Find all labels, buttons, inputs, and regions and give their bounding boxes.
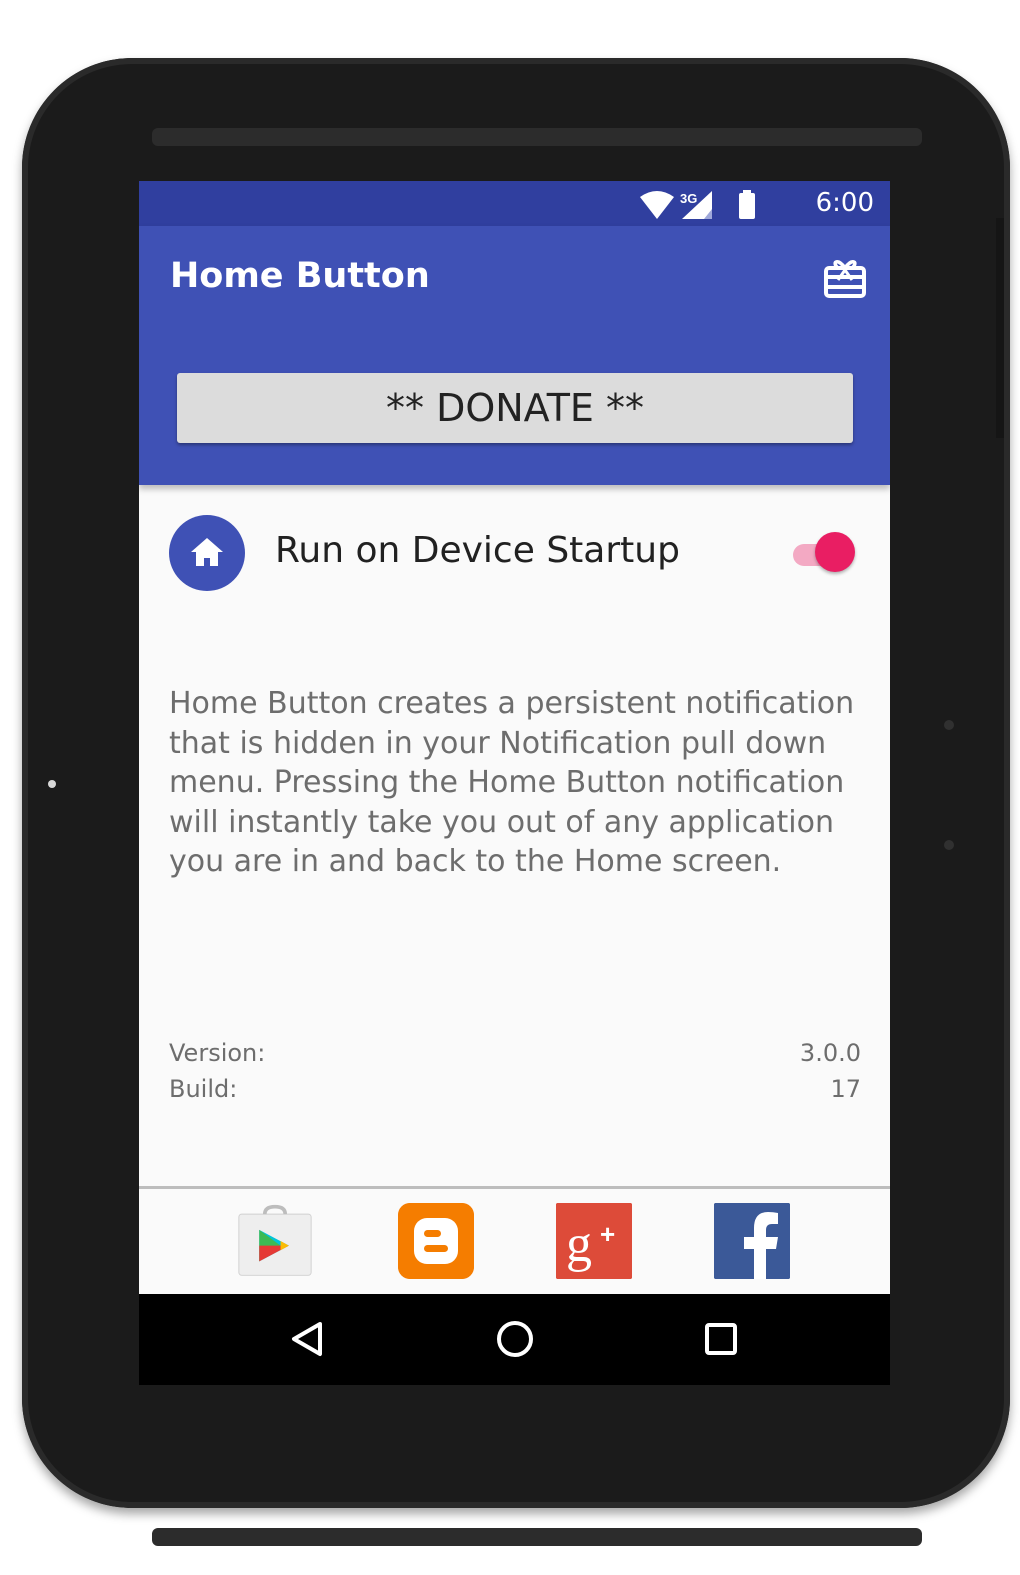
status-bar: 3G 6:00	[139, 181, 890, 226]
app-description: Home Button creates a persistent notific…	[169, 686, 855, 879]
svg-text:g: g	[566, 1216, 592, 1273]
blogger-icon[interactable]	[398, 1203, 474, 1279]
google-play-icon[interactable]	[237, 1203, 313, 1279]
network-label: 3G	[680, 191, 697, 206]
wifi-icon	[640, 191, 674, 219]
battery-icon	[739, 193, 755, 219]
camera-dot	[48, 780, 56, 788]
startup-toggle[interactable]	[793, 532, 857, 572]
version-row: Version: 3.0.0	[169, 1039, 861, 1067]
facebook-icon[interactable]	[714, 1203, 790, 1279]
gift-card-icon[interactable]	[822, 254, 868, 300]
build-label: Build:	[169, 1075, 238, 1103]
footer-divider	[139, 1186, 890, 1189]
version-label: Version:	[169, 1039, 266, 1067]
build-value: 17	[830, 1075, 861, 1103]
app-screen: 3G 6:00 Home Button ** DONATE ** Run on …	[139, 181, 890, 1385]
speaker-grille-top	[152, 128, 922, 146]
build-row: Build: 17	[169, 1075, 861, 1103]
home-icon	[169, 515, 245, 591]
sensor-dot	[944, 840, 954, 850]
google-plus-icon[interactable]: g +	[556, 1203, 632, 1279]
back-icon[interactable]	[282, 1314, 332, 1364]
startup-setting-label: Run on Device Startup	[275, 530, 680, 571]
power-button	[996, 218, 1004, 438]
recents-icon[interactable]	[696, 1314, 746, 1364]
toggle-thumb	[815, 532, 855, 572]
status-icons: 3G	[640, 190, 755, 219]
app-bar: Home Button ** DONATE **	[139, 226, 890, 485]
navigation-bar	[139, 1294, 890, 1385]
version-value: 3.0.0	[799, 1039, 861, 1067]
status-time: 6:00	[815, 188, 874, 218]
app-title: Home Button	[170, 256, 430, 296]
speaker-grille-bottom	[152, 1528, 922, 1546]
donate-button[interactable]: ** DONATE **	[177, 373, 853, 443]
svg-text:+: +	[600, 1219, 615, 1249]
sensor-dot	[944, 720, 954, 730]
home-nav-icon[interactable]	[490, 1314, 540, 1364]
